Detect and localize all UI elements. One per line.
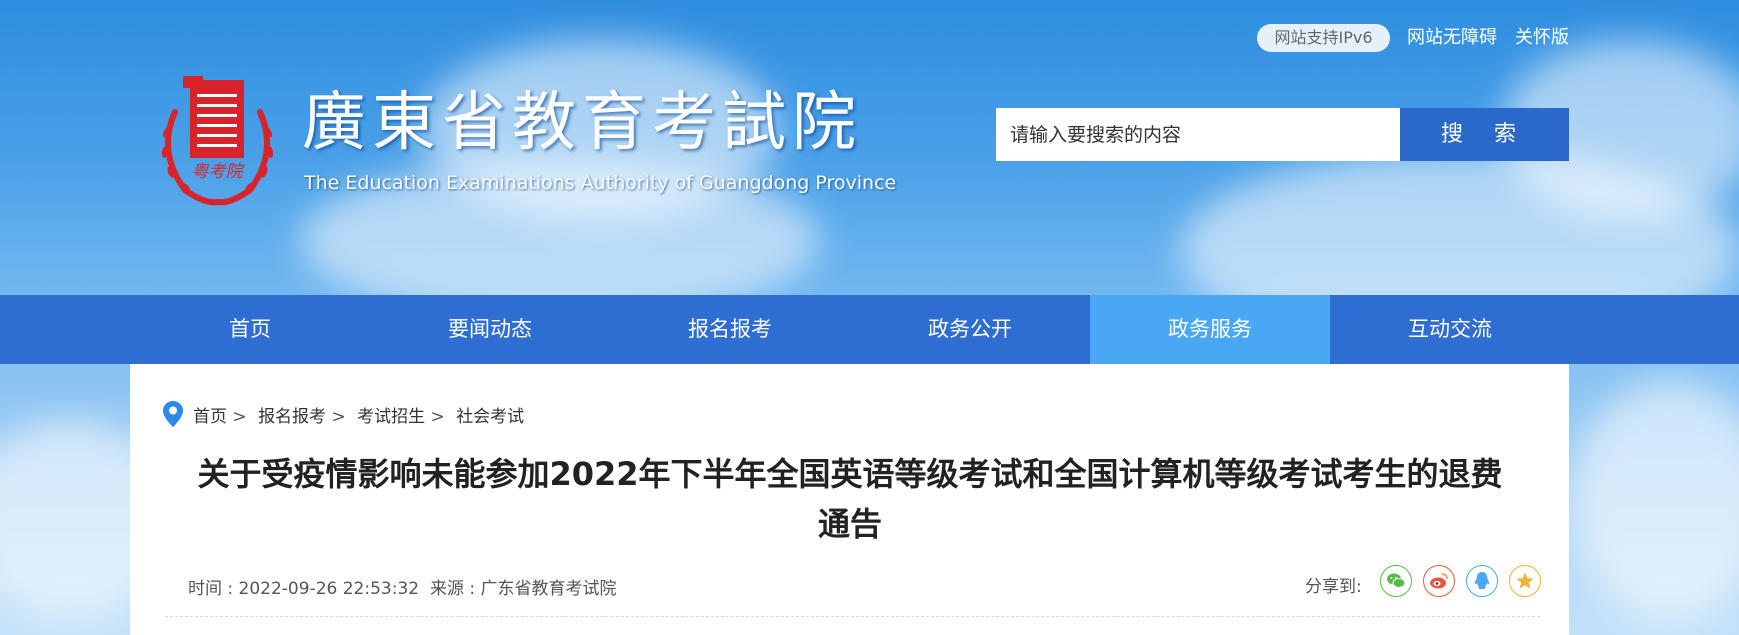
ipv6-badge: 网站支持IPv6	[1257, 24, 1390, 52]
qzone-icon[interactable]	[1509, 565, 1541, 597]
logo-title-cn: 廣東省教育考試院	[302, 86, 862, 160]
nav-item-government-services[interactable]: 政务服务	[1090, 295, 1330, 364]
article-panel: 首页 > 报名报考 > 考试招生 > 社会考试 关于受疫情影响未能参加2022年…	[130, 364, 1569, 635]
qq-icon[interactable]	[1466, 565, 1498, 597]
search-input[interactable]	[996, 108, 1400, 161]
care-mode-link[interactable]: 关怀版	[1515, 24, 1569, 52]
cloud-decoration	[1570, 380, 1739, 620]
breadcrumb-item[interactable]: 报名报考	[258, 407, 326, 427]
divider	[165, 616, 1540, 617]
nav-item-registration[interactable]: 报名报考	[610, 295, 850, 364]
nav-item-home[interactable]: 首页	[130, 295, 370, 364]
nav-item-news[interactable]: 要闻动态	[370, 295, 610, 364]
emblem-text: 粤考院	[192, 162, 246, 182]
article-title-line: 关于受疫情影响未能参加2022年下半年全国英语等级考试和全国计算机等级考试考生的…	[197, 455, 1503, 493]
breadcrumb-separator: >	[430, 407, 445, 427]
accessibility-link[interactable]: 网站无障碍	[1407, 24, 1497, 52]
main-nav: 首页 要闻动态 报名报考 政务公开 政务服务 互动交流	[0, 295, 1739, 364]
breadcrumb: 首页 > 报名报考 > 考试招生 > 社会考试	[193, 402, 524, 427]
breadcrumb-separator: >	[232, 407, 247, 427]
breadcrumb-item[interactable]: 考试招生	[357, 407, 425, 427]
article-title-line: 通告	[817, 505, 882, 543]
article-source: 来源 : 广东省教育考试院	[430, 579, 617, 599]
logo-title-en: The Education Examinations Authority of …	[304, 172, 897, 194]
nav-item-interaction[interactable]: 互动交流	[1330, 295, 1570, 364]
share-label: 分享到:	[1305, 577, 1362, 597]
breadcrumb-item[interactable]: 社会考试	[456, 407, 524, 427]
wechat-icon[interactable]	[1380, 565, 1412, 597]
location-pin-icon	[163, 401, 183, 427]
breadcrumb-separator: >	[331, 407, 346, 427]
logo-emblem[interactable]: 粤考院	[155, 72, 280, 210]
article-title: 关于受疫情影响未能参加2022年下半年全国英语等级考试和全国计算机等级考试考生的…	[170, 449, 1530, 549]
nav-item-government-affairs[interactable]: 政务公开	[850, 295, 1090, 364]
search-button[interactable]: 搜 索	[1400, 108, 1569, 161]
publish-time: 时间 : 2022-09-26 22:53:32	[188, 579, 420, 599]
breadcrumb-item[interactable]: 首页	[193, 407, 227, 427]
weibo-icon[interactable]	[1423, 565, 1455, 597]
